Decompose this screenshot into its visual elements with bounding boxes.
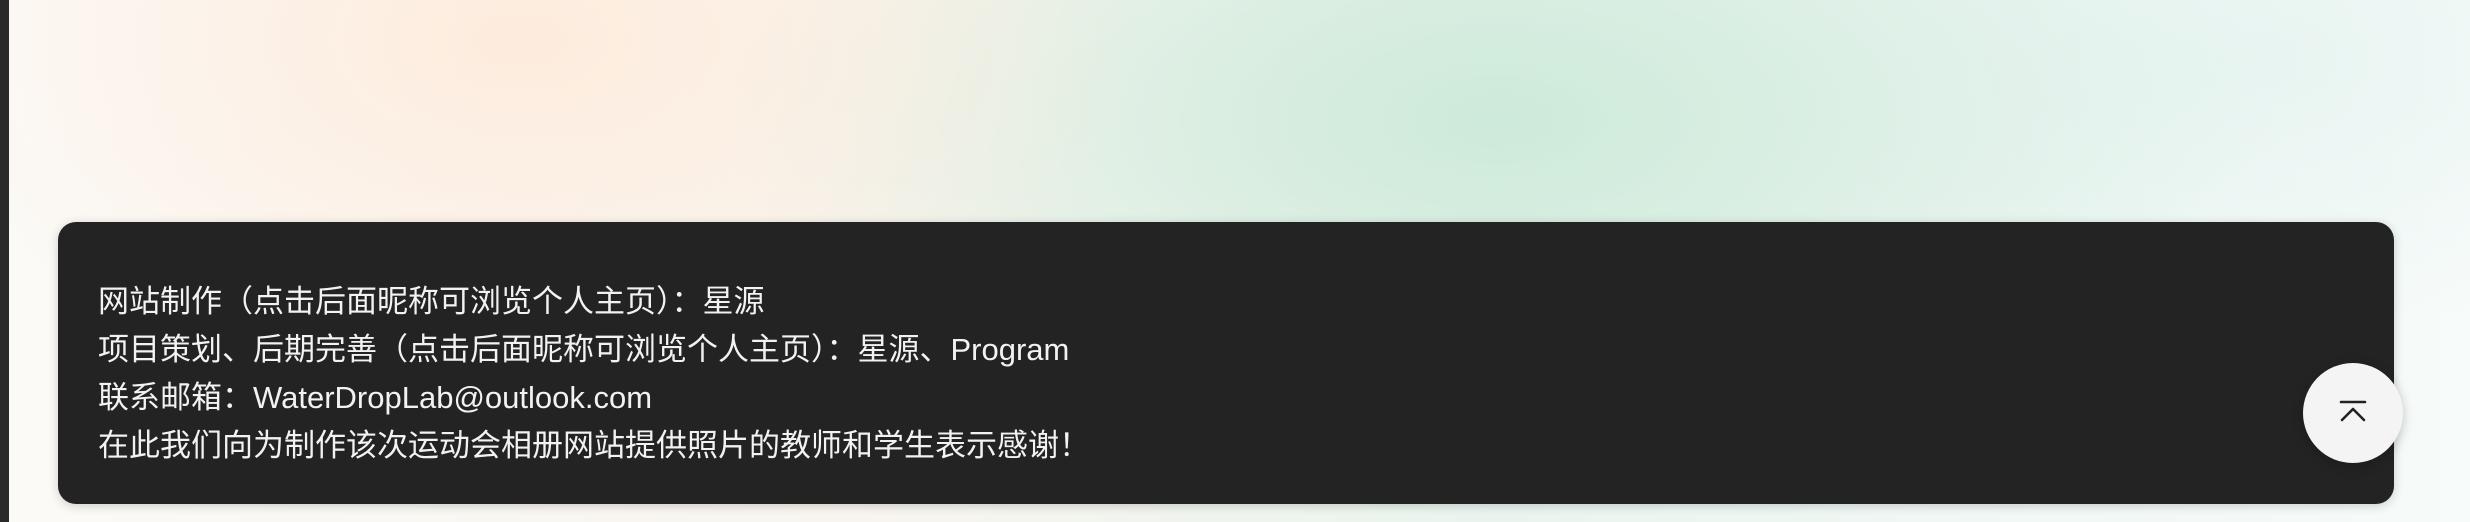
window-left-edge (0, 0, 9, 522)
contact-email: 联系邮箱：WaterDropLab@outlook.com (98, 380, 653, 415)
back-to-top-button[interactable] (2303, 363, 2403, 463)
site-footer: 网站制作（点击后面昵称可浏览个人主页）：星源 项目策划、后期完善（点击后面昵称可… (58, 222, 2394, 504)
credit-project-planning: 项目策划、后期完善（点击后面昵称可浏览个人主页）：星源、Program (98, 332, 1070, 367)
acknowledgement-text: 在此我们向为制作该次运动会相册网站提供照片的教师和学生表示感谢！ (98, 428, 1090, 463)
credit-website-maker: 网站制作（点击后面昵称可浏览个人主页）：星源 (98, 284, 765, 319)
arrow-up-to-line-icon (2339, 400, 2367, 422)
